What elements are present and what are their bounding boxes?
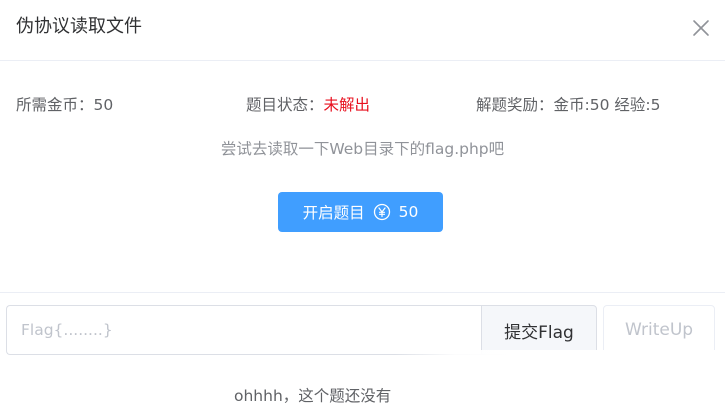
dialog-title: 伪协议读取文件	[16, 16, 142, 37]
challenge-reward: 解题奖励：金币:50 经验:5	[476, 94, 660, 116]
start-challenge-cost: 50	[398, 203, 419, 221]
writeup-button[interactable]: WriteUp	[603, 305, 715, 355]
required-coins-label: 所需金币：	[16, 96, 94, 114]
yen-coin-icon	[373, 203, 390, 221]
header-divider	[0, 60, 725, 61]
fade-overlay	[395, 350, 725, 416]
flag-input[interactable]	[6, 305, 481, 355]
challenge-status-value: 未解出	[323, 96, 371, 114]
submit-flag-button[interactable]: 提交Flag	[481, 305, 597, 355]
start-challenge-button[interactable]: 开启题目 50	[278, 192, 443, 232]
challenge-status: 题目状态：未解出	[246, 94, 370, 116]
challenge-reward-value: 金币:50 经验:5	[553, 96, 661, 114]
writeup-empty-message: ohhhh，这个题还没有	[234, 387, 392, 405]
dialog-header: 伪协议读取文件	[0, 0, 725, 58]
close-icon	[693, 20, 709, 36]
challenge-status-label: 题目状态：	[246, 96, 324, 114]
required-coins-value: 50	[93, 96, 114, 114]
section-divider	[0, 292, 725, 293]
required-coins: 所需金币：50	[16, 94, 113, 116]
challenge-dialog: 伪协议读取文件 所需金币：50 题目状态：未解出 解题奖励：金币:50 经验:5…	[0, 0, 725, 416]
close-button[interactable]	[691, 18, 711, 38]
challenge-hint: 尝试去读取一下Web目录下的flag.php吧	[220, 140, 505, 158]
challenge-reward-label: 解题奖励：	[476, 96, 554, 114]
start-challenge-label: 开启题目	[302, 204, 365, 222]
